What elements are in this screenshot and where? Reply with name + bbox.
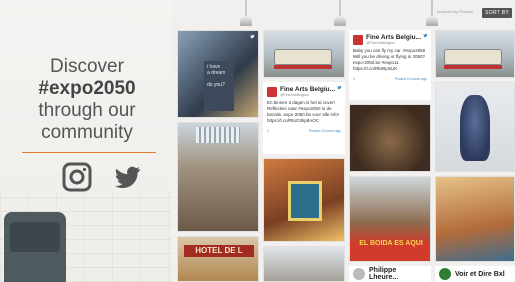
headline-line-community: community [41,122,133,143]
avatar [439,268,451,280]
mural-text: EL BOIDA ES AQUI [359,240,423,247]
pendant-lamp [426,0,438,30]
pendant-lamp [334,0,346,30]
photo-mural[interactable]: EL BOIDA ES AQUI [349,176,431,262]
twitter-icon [337,85,342,90]
bus-shape [274,49,332,65]
powered-by-label: powered by Flockler [437,9,473,14]
skylight [196,127,240,143]
promo-panel: Discover #expo2050 through our community [0,0,172,282]
post-user[interactable]: Philippe Lheure... [369,267,427,281]
social-icons [62,162,142,192]
tweet-handle: @FineArtsBelgium [366,41,396,45]
twitter-icon [250,34,255,39]
twitter-icon[interactable] [112,162,142,192]
armchair-image [4,212,66,282]
tweet-time[interactable]: Posted 11 hours ago [395,76,427,82]
photo-museum-hall[interactable] [177,122,259,232]
photo-colorful-room[interactable] [263,158,345,242]
avatar [353,34,363,45]
photo-street[interactable] [263,246,345,282]
photo-shop-front[interactable] [435,176,515,262]
twitter-icon [423,33,428,38]
headline-line-discover: Discover [50,56,124,77]
sort-by-button[interactable]: SORT BY [482,8,512,18]
photo-bus[interactable] [263,30,345,78]
tweet-card[interactable]: Fine Arts Belgiu... @FineArtsBelgium Bab… [349,30,431,100]
pendant-lamp [240,0,252,30]
tweet-handle: @FineArtsBelgium [280,93,310,97]
tweet-time[interactable]: Posted 13 hours ago [309,128,341,134]
tweet-text: En binnen 3 dagen is het al zover! Refle… [267,100,340,123]
tweet-card[interactable]: Fine Arts Belgiu... @FineArtsBelgium En … [263,82,345,154]
photo-porcelain-figurine[interactable] [435,82,515,172]
avatar [353,268,365,280]
photo-hotel-sign[interactable]: HOTEL DE L [177,236,259,282]
photo-bus[interactable] [435,30,515,78]
promo-headline: Discover #expo2050 through our community [14,56,160,144]
tweet-user[interactable]: Fine Arts Belgiu... [366,34,421,41]
poster-text: i have a dream do you? [204,61,234,111]
tweet-likes[interactable]: 1 [353,76,355,82]
accent-divider [22,152,156,153]
post-card-voir-et-dire[interactable]: Voir et Dire Bxl [435,266,515,282]
headline-hashtag: #expo2050 [38,78,136,99]
tweet-user[interactable]: Fine Arts Belgiu... [280,86,335,93]
post-user[interactable]: Voir et Dire Bxl [455,271,505,278]
photo-poster-dream[interactable]: i have a dream do you? [177,30,259,118]
hotel-sign-text: HOTEL DE L [184,245,254,257]
tweet-text: Baby you can fly my car. #expo2050 Will … [353,48,426,71]
instagram-icon[interactable] [62,162,92,192]
post-card-philippe[interactable]: Philippe Lheure... [349,266,431,282]
tweet-likes[interactable]: 1 [267,128,269,134]
photo-workshop[interactable] [349,104,431,172]
avatar [267,86,277,97]
headline-line-through: through our [38,100,136,121]
